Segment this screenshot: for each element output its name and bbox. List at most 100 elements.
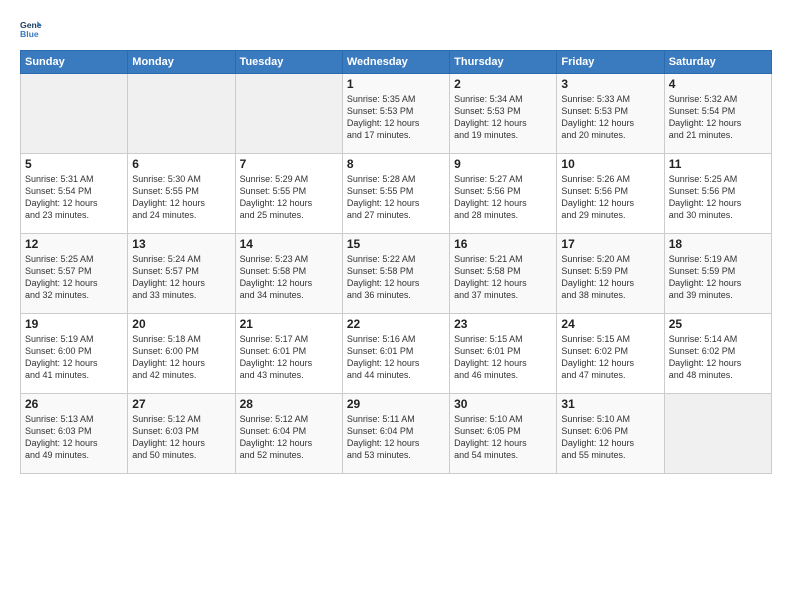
day-cell-4: 4 Sunrise: 5:32 AM Sunset: 5:54 PM Daylig… — [664, 74, 771, 154]
day-header-row: SundayMondayTuesdayWednesdayThursdayFrid… — [21, 51, 772, 74]
day-info: Sunrise: 5:35 AM Sunset: 5:53 PM Dayligh… — [347, 93, 445, 142]
day-number: 5 — [25, 157, 123, 171]
empty-cell — [21, 74, 128, 154]
day-info: Sunrise: 5:32 AM Sunset: 5:54 PM Dayligh… — [669, 93, 767, 142]
week-row-2: 5 Sunrise: 5:31 AM Sunset: 5:54 PM Daylig… — [21, 154, 772, 234]
day-info: Sunrise: 5:13 AM Sunset: 6:03 PM Dayligh… — [25, 413, 123, 462]
empty-cell — [235, 74, 342, 154]
day-number: 16 — [454, 237, 552, 251]
day-header-monday: Monday — [128, 51, 235, 74]
day-number: 9 — [454, 157, 552, 171]
day-number: 8 — [347, 157, 445, 171]
day-info: Sunrise: 5:29 AM Sunset: 5:55 PM Dayligh… — [240, 173, 338, 222]
week-row-3: 12 Sunrise: 5:25 AM Sunset: 5:57 PM Dayli… — [21, 234, 772, 314]
week-row-5: 26Sunrise: 5:13 AM Sunset: 6:03 PM Dayli… — [21, 394, 772, 474]
day-cell-31: 31 Sunrise: 5:10 AM Sunset: 6:06 PM Dayli… — [557, 394, 664, 474]
day-number: 1 — [347, 77, 445, 91]
day-number: 27 — [132, 397, 230, 411]
svg-text:Blue: Blue — [20, 29, 39, 39]
day-info: Sunrise: 5:34 AM Sunset: 5:53 PM Dayligh… — [454, 93, 552, 142]
day-number: 12 — [25, 237, 123, 251]
day-cell-23: 23Sunrise: 5:15 AM Sunset: 6:01 PM Dayli… — [450, 314, 557, 394]
day-info: Sunrise: 5:30 AM Sunset: 5:55 PM Dayligh… — [132, 173, 230, 222]
day-cell-9: 9Sunrise: 5:27 AM Sunset: 5:56 PM Daylig… — [450, 154, 557, 234]
day-number: 28 — [240, 397, 338, 411]
week-row-4: 19Sunrise: 5:19 AM Sunset: 6:00 PM Dayli… — [21, 314, 772, 394]
day-cell-22: 22Sunrise: 5:16 AM Sunset: 6:01 PM Dayli… — [342, 314, 449, 394]
day-info: Sunrise: 5:16 AM Sunset: 6:01 PM Dayligh… — [347, 333, 445, 382]
header: General Blue — [20, 18, 772, 40]
day-number: 31 — [561, 397, 659, 411]
day-number: 30 — [454, 397, 552, 411]
day-info: Sunrise: 5:21 AM Sunset: 5:58 PM Dayligh… — [454, 253, 552, 302]
day-cell-19: 19Sunrise: 5:19 AM Sunset: 6:00 PM Dayli… — [21, 314, 128, 394]
empty-cell — [128, 74, 235, 154]
empty-cell — [664, 394, 771, 474]
day-cell-10: 10 Sunrise: 5:26 AM Sunset: 5:56 PM Dayli… — [557, 154, 664, 234]
day-cell-20: 20 Sunrise: 5:18 AM Sunset: 6:00 PM Dayli… — [128, 314, 235, 394]
day-cell-30: 30 Sunrise: 5:10 AM Sunset: 6:05 PM Dayli… — [450, 394, 557, 474]
day-cell-14: 14 Sunrise: 5:23 AM Sunset: 5:58 PM Dayli… — [235, 234, 342, 314]
day-cell-25: 25Sunrise: 5:14 AM Sunset: 6:02 PM Dayli… — [664, 314, 771, 394]
calendar-table: SundayMondayTuesdayWednesdayThursdayFrid… — [20, 50, 772, 474]
week-row-1: 1 Sunrise: 5:35 AM Sunset: 5:53 PM Daylig… — [21, 74, 772, 154]
day-number: 19 — [25, 317, 123, 331]
day-header-saturday: Saturday — [664, 51, 771, 74]
day-cell-11: 11Sunrise: 5:25 AM Sunset: 5:56 PM Dayli… — [664, 154, 771, 234]
day-number: 10 — [561, 157, 659, 171]
day-number: 24 — [561, 317, 659, 331]
day-info: Sunrise: 5:15 AM Sunset: 6:02 PM Dayligh… — [561, 333, 659, 382]
day-info: Sunrise: 5:15 AM Sunset: 6:01 PM Dayligh… — [454, 333, 552, 382]
day-cell-15: 15 Sunrise: 5:22 AM Sunset: 5:58 PM Dayli… — [342, 234, 449, 314]
logo: General Blue — [20, 18, 46, 40]
day-number: 7 — [240, 157, 338, 171]
day-cell-12: 12 Sunrise: 5:25 AM Sunset: 5:57 PM Dayli… — [21, 234, 128, 314]
day-cell-29: 29 Sunrise: 5:11 AM Sunset: 6:04 PM Dayli… — [342, 394, 449, 474]
day-header-thursday: Thursday — [450, 51, 557, 74]
day-info: Sunrise: 5:24 AM Sunset: 5:57 PM Dayligh… — [132, 253, 230, 302]
day-info: Sunrise: 5:22 AM Sunset: 5:58 PM Dayligh… — [347, 253, 445, 302]
day-cell-3: 3 Sunrise: 5:33 AM Sunset: 5:53 PM Daylig… — [557, 74, 664, 154]
day-info: Sunrise: 5:20 AM Sunset: 5:59 PM Dayligh… — [561, 253, 659, 302]
day-number: 14 — [240, 237, 338, 251]
day-info: Sunrise: 5:12 AM Sunset: 6:03 PM Dayligh… — [132, 413, 230, 462]
day-info: Sunrise: 5:33 AM Sunset: 5:53 PM Dayligh… — [561, 93, 659, 142]
day-info: Sunrise: 5:23 AM Sunset: 5:58 PM Dayligh… — [240, 253, 338, 302]
day-number: 20 — [132, 317, 230, 331]
day-number: 3 — [561, 77, 659, 91]
day-number: 29 — [347, 397, 445, 411]
day-info: Sunrise: 5:17 AM Sunset: 6:01 PM Dayligh… — [240, 333, 338, 382]
logo-icon: General Blue — [20, 18, 42, 40]
day-number: 21 — [240, 317, 338, 331]
day-info: Sunrise: 5:11 AM Sunset: 6:04 PM Dayligh… — [347, 413, 445, 462]
day-header-wednesday: Wednesday — [342, 51, 449, 74]
day-cell-5: 5 Sunrise: 5:31 AM Sunset: 5:54 PM Daylig… — [21, 154, 128, 234]
day-number: 2 — [454, 77, 552, 91]
day-cell-17: 17 Sunrise: 5:20 AM Sunset: 5:59 PM Dayli… — [557, 234, 664, 314]
day-info: Sunrise: 5:19 AM Sunset: 5:59 PM Dayligh… — [669, 253, 767, 302]
day-info: Sunrise: 5:31 AM Sunset: 5:54 PM Dayligh… — [25, 173, 123, 222]
day-info: Sunrise: 5:25 AM Sunset: 5:57 PM Dayligh… — [25, 253, 123, 302]
day-info: Sunrise: 5:28 AM Sunset: 5:55 PM Dayligh… — [347, 173, 445, 222]
day-number: 11 — [669, 157, 767, 171]
day-number: 4 — [669, 77, 767, 91]
day-info: Sunrise: 5:14 AM Sunset: 6:02 PM Dayligh… — [669, 333, 767, 382]
day-cell-2: 2 Sunrise: 5:34 AM Sunset: 5:53 PM Daylig… — [450, 74, 557, 154]
day-info: Sunrise: 5:10 AM Sunset: 6:06 PM Dayligh… — [561, 413, 659, 462]
day-cell-8: 8 Sunrise: 5:28 AM Sunset: 5:55 PM Daylig… — [342, 154, 449, 234]
day-header-friday: Friday — [557, 51, 664, 74]
day-info: Sunrise: 5:18 AM Sunset: 6:00 PM Dayligh… — [132, 333, 230, 382]
day-info: Sunrise: 5:26 AM Sunset: 5:56 PM Dayligh… — [561, 173, 659, 222]
day-number: 18 — [669, 237, 767, 251]
day-cell-26: 26Sunrise: 5:13 AM Sunset: 6:03 PM Dayli… — [21, 394, 128, 474]
day-cell-24: 24 Sunrise: 5:15 AM Sunset: 6:02 PM Dayli… — [557, 314, 664, 394]
day-number: 6 — [132, 157, 230, 171]
day-cell-6: 6 Sunrise: 5:30 AM Sunset: 5:55 PM Daylig… — [128, 154, 235, 234]
day-cell-16: 16 Sunrise: 5:21 AM Sunset: 5:58 PM Dayli… — [450, 234, 557, 314]
day-number: 17 — [561, 237, 659, 251]
day-cell-1: 1 Sunrise: 5:35 AM Sunset: 5:53 PM Daylig… — [342, 74, 449, 154]
day-info: Sunrise: 5:12 AM Sunset: 6:04 PM Dayligh… — [240, 413, 338, 462]
page: General Blue SundayMondayTuesdayWednesda… — [0, 0, 792, 612]
day-number: 15 — [347, 237, 445, 251]
day-info: Sunrise: 5:10 AM Sunset: 6:05 PM Dayligh… — [454, 413, 552, 462]
